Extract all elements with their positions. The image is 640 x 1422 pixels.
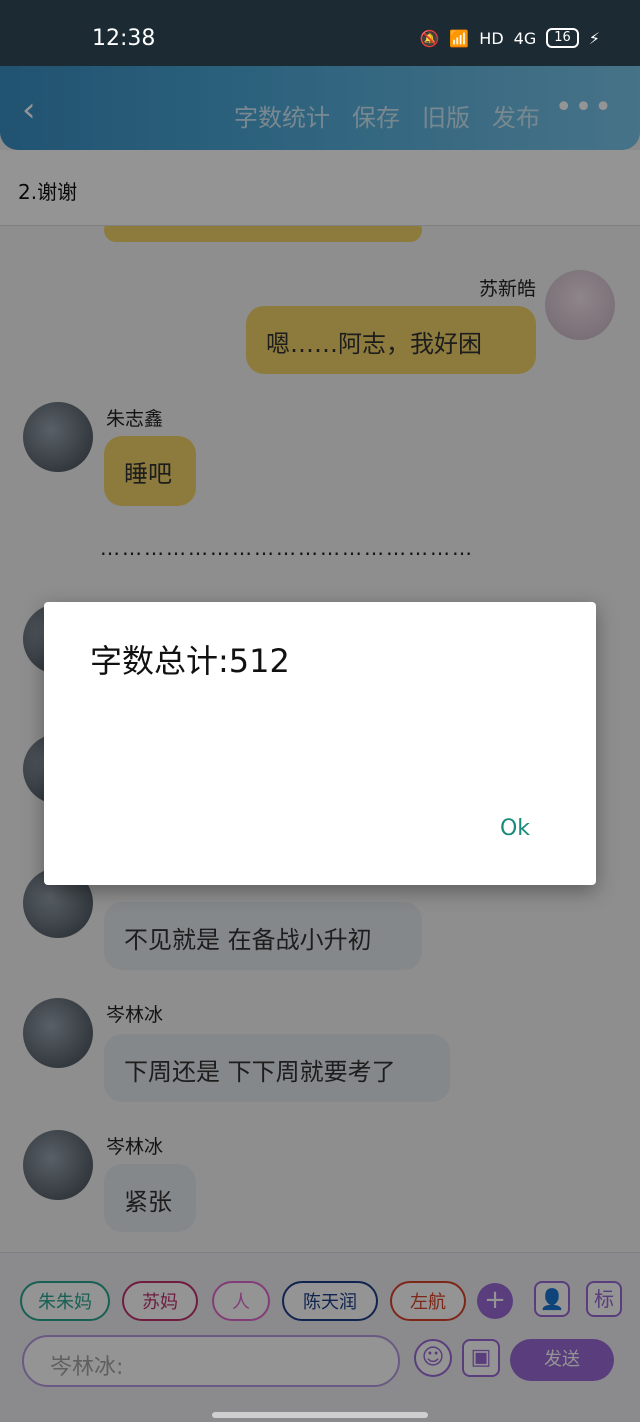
- dialog-title: 字数总计:512: [90, 642, 290, 680]
- battery-icon: 16: [546, 28, 579, 48]
- mute-icon: 🔕: [419, 28, 440, 48]
- wifi-icon: 📶: [449, 28, 470, 48]
- status-bar: 12:38 🔕 📶 HD 4G 16 ⚡: [0, 0, 640, 66]
- status-icons: 🔕 📶 HD 4G 16 ⚡: [419, 28, 600, 48]
- network-type: 4G: [513, 28, 537, 48]
- ok-button[interactable]: Ok: [500, 816, 530, 841]
- home-indicator[interactable]: [212, 1412, 428, 1418]
- word-count-dialog: 字数总计:512 Ok: [44, 602, 596, 885]
- charging-icon: ⚡: [588, 28, 600, 48]
- clock: 12:38: [92, 26, 156, 51]
- hd-badge: HD: [479, 28, 504, 48]
